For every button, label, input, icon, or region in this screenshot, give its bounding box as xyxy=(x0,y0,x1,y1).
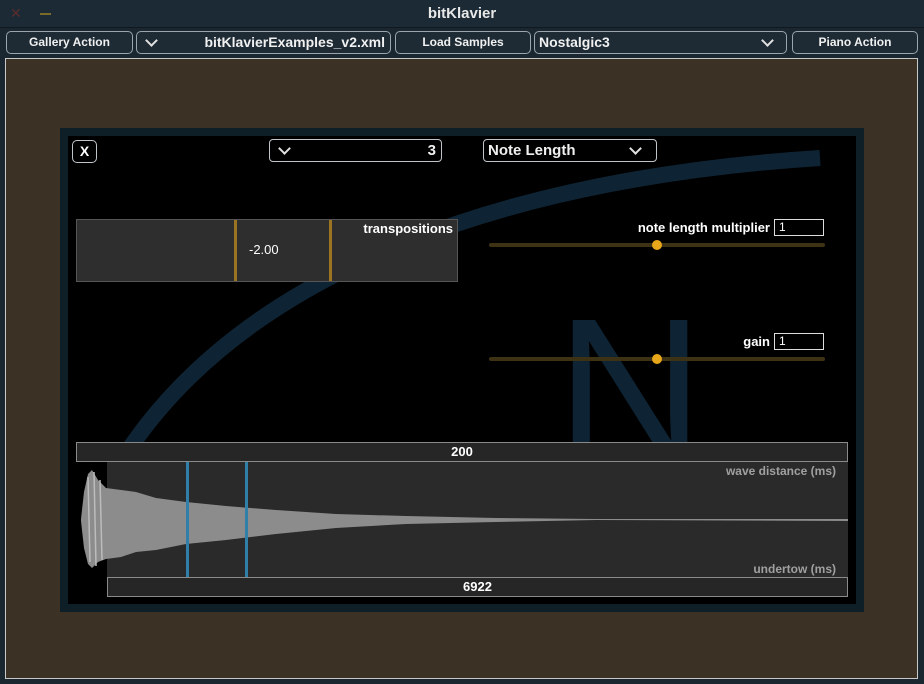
undertow-marker[interactable] xyxy=(245,462,248,577)
transpositions-slider[interactable]: -2.00 transpositions xyxy=(76,219,458,282)
preparation-selector[interactable]: 3 xyxy=(269,139,442,162)
transposition-marker[interactable] xyxy=(329,220,332,281)
transposition-marker[interactable] xyxy=(234,220,237,281)
gain-input[interactable]: 1 xyxy=(774,333,824,350)
gallery-file-dropdown[interactable]: bitKlavierExamples_v2.xml xyxy=(136,31,391,54)
transpositions-value: -2.00 xyxy=(249,242,279,257)
chevron-down-icon xyxy=(629,142,642,155)
note-length-multiplier-slider[interactable] xyxy=(489,240,825,250)
piano-action-button[interactable]: Piano Action xyxy=(792,31,918,54)
wave-distance-label: wave distance (ms) xyxy=(725,464,836,478)
gain-label: gain xyxy=(743,334,770,349)
mode-selector-value: Note Length xyxy=(488,142,576,159)
toolbar: Gallery Action bitKlavierExamples_v2.xml… xyxy=(0,30,924,56)
close-panel-button[interactable]: X xyxy=(72,140,97,163)
waveform-display[interactable] xyxy=(76,462,848,577)
transpositions-label: transpositions xyxy=(363,221,453,236)
chevron-down-icon xyxy=(145,34,158,47)
note-length-multiplier-label: note length multiplier xyxy=(637,220,770,235)
gain-slider[interactable] xyxy=(489,354,825,364)
gain-thumb[interactable] xyxy=(652,354,662,364)
preparation-selector-value: 3 xyxy=(427,142,436,159)
window-title: bitKlavier xyxy=(427,5,497,22)
note-length-multiplier-thumb[interactable] xyxy=(652,240,662,250)
title-bar: ✕ bitKlavier xyxy=(0,0,924,28)
gallery-action-button[interactable]: Gallery Action xyxy=(6,31,133,54)
nostalgic-preparation-panel: N X 3 Note Length -2.00 transpositions n… xyxy=(60,128,864,612)
gallery-file-label: bitKlavierExamples_v2.xml xyxy=(204,34,385,50)
piano-label: Nostalgic3 xyxy=(539,34,610,50)
chevron-down-icon xyxy=(761,34,774,47)
load-samples-button[interactable]: Load Samples xyxy=(395,31,531,54)
wave-distance-marker[interactable] xyxy=(186,462,189,577)
mode-selector[interactable]: Note Length xyxy=(483,139,657,162)
wave-distance-slider[interactable]: 200 xyxy=(76,442,848,462)
undertow-slider[interactable]: 6922 xyxy=(107,577,848,597)
undertow-label: undertow (ms) xyxy=(753,562,836,576)
chevron-down-icon xyxy=(278,142,291,155)
piano-dropdown[interactable]: Nostalgic3 xyxy=(534,31,787,54)
note-length-multiplier-input[interactable]: 1 xyxy=(774,219,824,236)
